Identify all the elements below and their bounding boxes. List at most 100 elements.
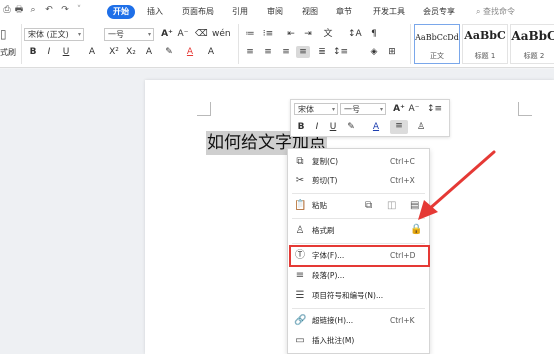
style-normal[interactable]: AaBbCcDd 正文 <box>414 24 460 64</box>
chinese-layout-icon[interactable]: 文 <box>322 28 334 40</box>
sort-icon[interactable]: ↕A <box>348 28 362 40</box>
copy-icon: ⧉ <box>296 156 304 167</box>
tab-references[interactable]: 引用 <box>232 5 248 19</box>
format-painter-icon[interactable]: ♙ <box>415 121 427 133</box>
redo-icon[interactable]: ↷ <box>60 5 70 15</box>
menu-item-copy[interactable]: ⧉ 复制(C) Ctrl+C <box>288 152 429 172</box>
pinyin-icon[interactable]: wén <box>212 28 231 40</box>
page-corner-mark <box>197 102 211 116</box>
clear-format-icon[interactable]: ⌫ <box>195 28 208 40</box>
menu-item-hyperlink[interactable]: 🔗 超链接(H)... Ctrl+K <box>288 311 429 331</box>
menu-item-label: 格式刷 <box>312 226 335 235</box>
bullet-list-icon[interactable]: ≔ <box>244 28 256 40</box>
increase-indent-icon[interactable]: ⇥ <box>302 28 314 40</box>
tab-home[interactable]: 开始 <box>107 5 135 19</box>
tab-sections[interactable]: 章节 <box>336 5 352 19</box>
line-spacing-icon[interactable]: ↕≡ <box>427 103 442 115</box>
tab-view[interactable]: 视图 <box>302 5 318 19</box>
border-char-icon[interactable]: A <box>143 46 155 58</box>
style-preview: AaBbC <box>464 29 506 42</box>
paste-keep-format-icon[interactable]: ⧉ <box>365 200 372 211</box>
italic-icon[interactable]: I <box>44 46 54 58</box>
shrink-font-icon[interactable]: A⁻ <box>408 103 420 115</box>
align-center-icon[interactable]: ≡ <box>262 46 274 58</box>
font-family-select[interactable]: 宋体 (正文) ▾ <box>24 28 84 41</box>
tab-bar: ⎙ 🖶 ⌕ ↶ ↷ ˅ 开始 插入 页面布局 引用 审阅 视图 章节 开发工具 … <box>0 0 554 22</box>
print-icon[interactable]: ⎙ <box>2 5 12 15</box>
menu-item-cut[interactable]: ✂ 剪切(T) Ctrl+X <box>288 171 429 191</box>
grow-font-icon[interactable]: A⁺ <box>393 103 405 115</box>
shrink-font-icon[interactable]: A⁻ <box>177 28 189 40</box>
numbered-list-icon[interactable]: ⁝≡ <box>262 28 274 40</box>
align-right-icon[interactable]: ≡ <box>280 46 292 58</box>
font-effect-icon[interactable]: A <box>86 46 98 58</box>
superscript-icon[interactable]: X² <box>107 46 121 58</box>
link-icon: 🔗 <box>294 315 307 326</box>
align-icon[interactable]: ≡ <box>390 120 408 134</box>
arrow-shaft <box>426 150 496 212</box>
distribute-icon[interactable]: ≣ <box>316 46 328 58</box>
group-divider <box>410 24 411 64</box>
highlight-box <box>289 245 430 267</box>
char-shading-icon[interactable]: A <box>205 46 217 58</box>
print-icon[interactable]: 🖶 <box>14 5 24 15</box>
menu-item-label: 插入批注(M) <box>312 336 355 345</box>
font-family-value: 宋体 (正文) <box>28 30 69 39</box>
tab-review[interactable]: 审阅 <box>267 5 283 19</box>
mini-font-size-select[interactable]: 一号 ▾ <box>340 103 386 115</box>
justify-icon[interactable]: ≡ <box>296 46 310 58</box>
bold-icon[interactable]: B <box>28 46 38 58</box>
font-size-value: 一号 <box>108 30 124 39</box>
tab-insert[interactable]: 插入 <box>147 5 163 19</box>
align-left-icon[interactable]: ≡ <box>244 46 256 58</box>
command-search[interactable]: ⌕ 查找命令 <box>476 5 554 19</box>
font-color-icon[interactable]: A <box>370 121 382 133</box>
menu-item-paragraph[interactable]: ≡ 段落(P)... <box>288 266 429 286</box>
style-heading-1[interactable]: AaBbC 标题 1 <box>462 24 508 64</box>
italic-icon[interactable]: I <box>312 121 322 133</box>
menu-separator <box>292 308 425 309</box>
style-heading-2[interactable]: AaBbC 标题 2 <box>510 24 554 64</box>
format-painter-icon: ♙ <box>295 225 305 236</box>
annotation-arrow <box>418 150 496 220</box>
shading-icon[interactable]: ◈ <box>368 46 380 58</box>
highlight-icon[interactable]: ✎ <box>163 46 175 58</box>
style-name: 标题 2 <box>523 52 545 60</box>
menu-item-bullets-numbering[interactable]: ☰ 项目符号和编号(N)... <box>288 286 429 306</box>
menu-item-label: 项目符号和编号(N)... <box>312 291 384 300</box>
chevron-down-icon: ▾ <box>77 31 81 38</box>
underline-icon[interactable]: U <box>60 46 72 58</box>
font-color-icon[interactable]: A <box>184 46 196 58</box>
ribbon: ⎙ 🖶 ⌕ ↶ ↷ ˅ 开始 插入 页面布局 引用 审阅 视图 章节 开发工具 … <box>0 0 554 68</box>
line-spacing-icon[interactable]: ↕≡ <box>333 46 348 58</box>
paste-merge-format-icon[interactable]: ◫ <box>387 200 396 211</box>
chevron-down-icon[interactable]: ˅ <box>74 5 84 15</box>
decrease-indent-icon[interactable]: ⇤ <box>285 28 297 40</box>
style-preview: AaBbCcDd <box>415 33 459 42</box>
mini-font-family-value: 宋体 <box>298 105 314 114</box>
subscript-icon[interactable]: X₂ <box>124 46 138 58</box>
tab-member[interactable]: 会员专享 <box>423 5 455 19</box>
paragraph-icon: ≡ <box>295 270 305 281</box>
grow-font-icon[interactable]: A⁺ <box>161 28 173 40</box>
undo-icon[interactable]: ↶ <box>44 5 54 15</box>
scissors-icon: ✂ <box>295 175 305 186</box>
underline-icon[interactable]: U <box>328 121 338 133</box>
menu-item-insert-comment[interactable]: ▭ 插入批注(M) <box>288 331 429 351</box>
tab-developer[interactable]: 开发工具 <box>373 5 405 19</box>
menu-item-paste[interactable]: 📋 粘贴 ⧉ ◫ ▤ <box>288 196 429 216</box>
menu-item-format-painter[interactable]: ♙ 格式刷 🔒 <box>288 221 429 241</box>
menu-item-label: 剪切(T) <box>312 176 338 185</box>
highlight-icon[interactable]: ✎ <box>344 121 358 133</box>
mini-font-family-select[interactable]: 宋体 ▾ <box>294 103 338 115</box>
bold-icon[interactable]: B <box>296 121 306 133</box>
font-size-select[interactable]: 一号 ▾ <box>104 28 154 41</box>
print-preview-icon[interactable]: ⌕ <box>28 5 38 15</box>
list-icon: ☰ <box>295 290 305 301</box>
show-marks-icon[interactable]: ¶ <box>368 28 380 40</box>
chevron-down-icon: ▾ <box>147 31 151 38</box>
border-icon[interactable]: ⊞ <box>386 46 398 58</box>
paste-icon[interactable]: ▯ <box>0 27 7 41</box>
tab-page-layout[interactable]: 页面布局 <box>182 5 214 19</box>
format-painter-button[interactable]: 式刷 <box>0 47 16 58</box>
